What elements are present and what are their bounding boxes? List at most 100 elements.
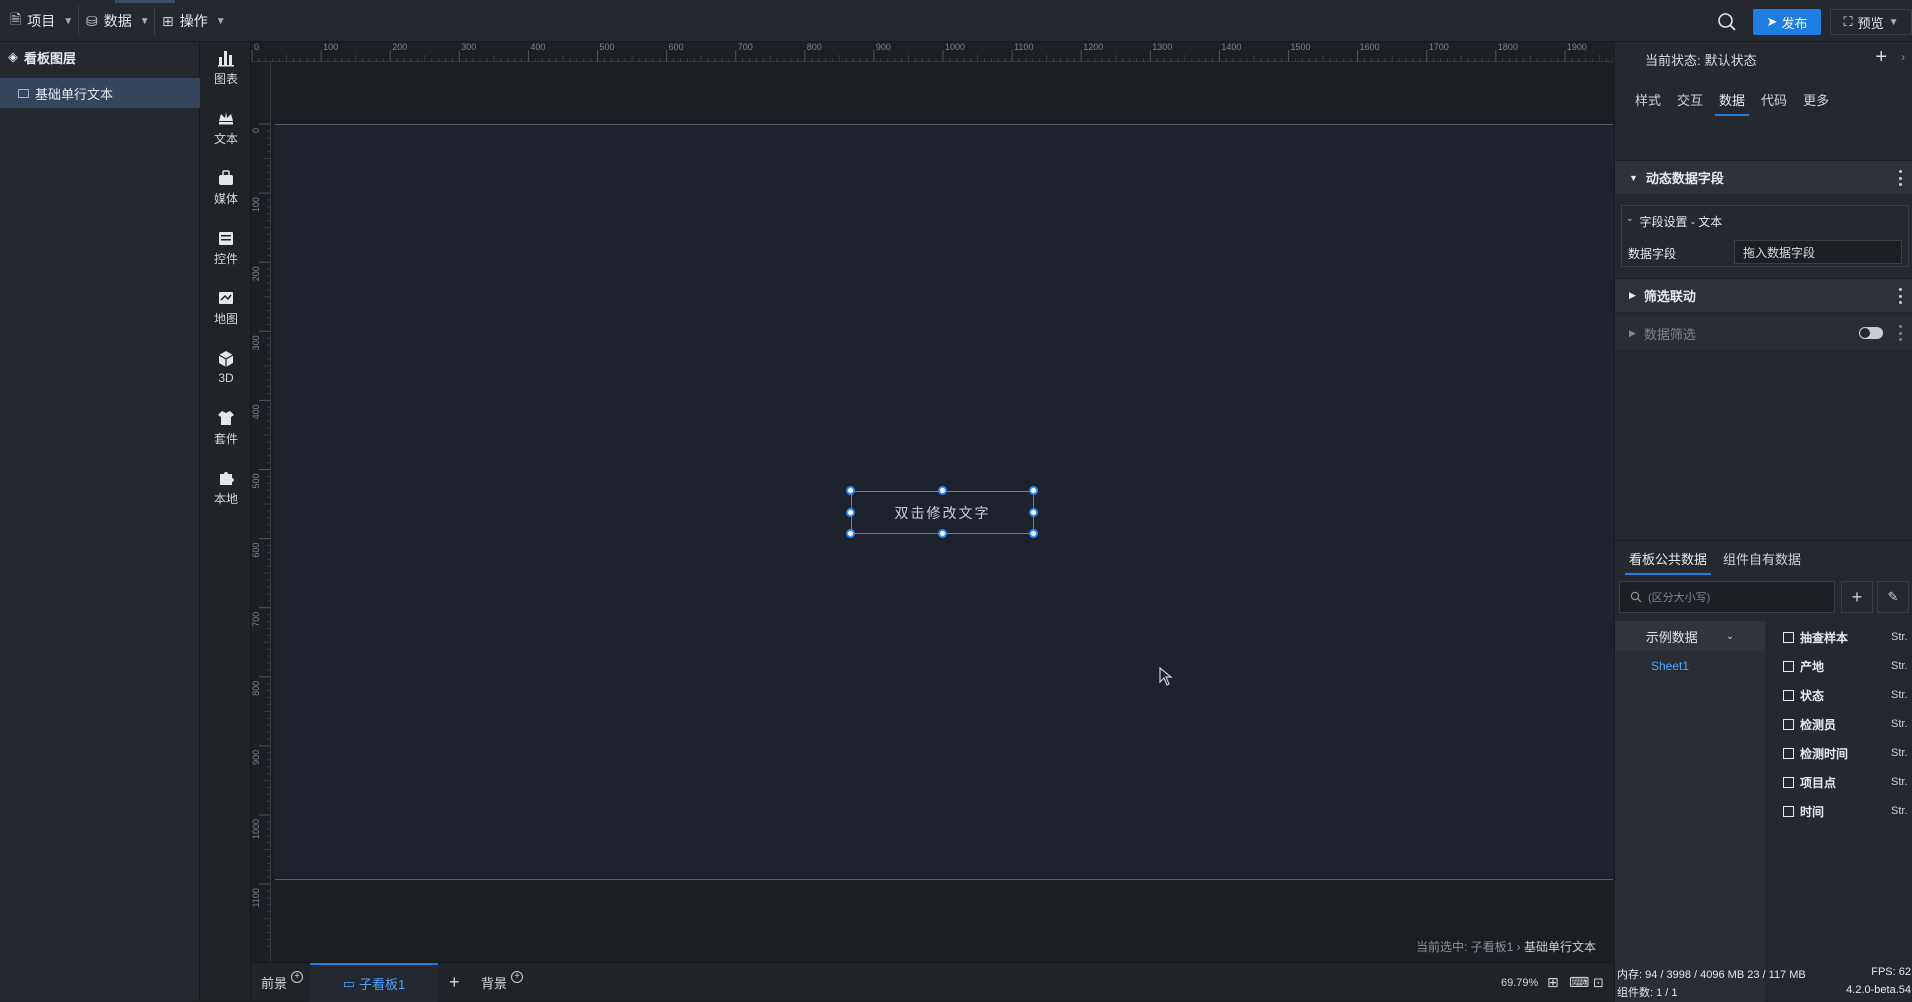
tab-interaction-label: 交互 <box>1677 92 1704 108</box>
ruler-tick-label: 700 <box>251 612 261 627</box>
chevron-right-icon[interactable]: › <box>1901 50 1905 64</box>
field-item[interactable]: 检测员 Str. <box>1783 712 1912 736</box>
tab-board-public-data[interactable]: 看板公共数据 <box>1621 541 1715 575</box>
foreground-tab[interactable]: 前景 + <box>261 963 304 1002</box>
field-type: Str. <box>1891 689 1908 701</box>
canvas-area[interactable]: 0 100 200 300 400 500 600 700 800 900 1000 1100 1200… <box>251 42 1613 962</box>
tab-data[interactable]: 数据 <box>1711 82 1753 116</box>
resize-handle[interactable] <box>938 529 947 538</box>
edit-data-button[interactable]: ✎ <box>1877 581 1909 613</box>
resize-handle[interactable] <box>1029 529 1038 538</box>
fit-screen-button[interactable]: ⊞ <box>1547 963 1559 1002</box>
component-local[interactable]: 本地 <box>201 462 251 512</box>
field-item[interactable]: 产地 Str. <box>1783 654 1912 678</box>
data-search-input[interactable]: (区分大小写) <box>1619 581 1835 613</box>
dynamic-fields-section[interactable]: ▼ 动态数据字段 <box>1615 160 1912 194</box>
checkbox[interactable] <box>1783 718 1794 730</box>
tab-code[interactable]: 代码 <box>1753 82 1795 116</box>
component-suite[interactable]: 套件 <box>201 402 251 452</box>
ruler-tick-label: 800 <box>251 681 261 696</box>
resize-handle[interactable] <box>846 508 855 517</box>
component-widget[interactable]: 控件 <box>201 222 251 272</box>
field-item[interactable]: 时间 Str. <box>1783 799 1912 823</box>
field-item[interactable]: 抽查样本 Str. <box>1783 625 1912 649</box>
keyboard-button[interactable]: ⌨ <box>1569 963 1589 1002</box>
search-button[interactable] <box>1716 11 1738 33</box>
selected-text-component[interactable]: 双击修改文字 <box>846 486 1038 538</box>
checkbox[interactable] <box>1783 631 1794 643</box>
search-icon <box>1630 591 1642 603</box>
publish-button[interactable]: ➤ 发布 <box>1753 9 1821 35</box>
checkbox[interactable] <box>1783 776 1794 788</box>
component-text[interactable]: 文本 <box>201 102 251 152</box>
checkbox[interactable] <box>1783 689 1794 701</box>
menu-project[interactable]: 🗎 项目 ▼ <box>10 0 73 42</box>
more-icon[interactable] <box>1899 325 1903 341</box>
state-value[interactable]: 默认状态 <box>1705 50 1757 69</box>
field-settings-header[interactable]: ⌄ 字段设置 - 文本 <box>1626 213 1722 230</box>
tab-board-public-data-label: 看板公共数据 <box>1629 551 1708 567</box>
component-media[interactable]: 媒体 <box>201 162 251 212</box>
sub-board-label: 子看板1 <box>359 977 406 992</box>
more-icon[interactable] <box>1899 288 1903 304</box>
filter-link-section[interactable]: ▶ 筛选联动 <box>1615 278 1912 312</box>
tab-more[interactable]: 更多 <box>1795 82 1837 116</box>
ruler-top-ticks: 0 100 200 300 400 500 600 700 800 900 1000 1100 1200… <box>251 42 1613 62</box>
component-chart[interactable]: 图表 <box>201 42 251 92</box>
tab-component-own-data[interactable]: 组件自有数据 <box>1715 541 1809 575</box>
puzzle-icon <box>220 471 234 485</box>
more-icon[interactable] <box>1899 170 1903 186</box>
add-circle-icon[interactable]: + <box>511 970 524 983</box>
publish-label: 发布 <box>1781 15 1808 31</box>
sub-board-tab[interactable]: ▭ 子看板1 <box>310 963 438 1002</box>
add-state-icon[interactable]: + <box>1875 46 1887 69</box>
fit-icon: ⊞ <box>1547 974 1559 990</box>
zoom-level[interactable]: 69.79% <box>1501 963 1538 1002</box>
tab-style[interactable]: 样式 <box>1627 82 1669 116</box>
data-filter-toggle[interactable] <box>1859 327 1883 339</box>
data-source-select[interactable]: 示例数据 ⌄ <box>1615 621 1765 651</box>
layer-panel-title: 看板图层 <box>24 50 77 66</box>
preview-label: 预览 <box>1857 15 1884 31</box>
checkbox[interactable] <box>1783 747 1794 759</box>
component-3d[interactable]: 3D <box>201 342 251 392</box>
field-type: Str. <box>1891 747 1908 759</box>
resize-handle[interactable] <box>938 486 947 495</box>
menu-project-label: 项目 <box>27 13 56 29</box>
foreground-label: 前景 <box>261 976 288 991</box>
field-settings-title: 字段设置 - 文本 <box>1639 215 1723 229</box>
data-source-area: 看板公共数据 组件自有数据 (区分大小写) + ✎ 示例数据 ⌄ Sheet1 … <box>1615 540 1912 1002</box>
resize-handle[interactable] <box>1029 486 1038 495</box>
component-text-label: 文本 <box>213 131 238 146</box>
field-item[interactable]: 检测时间 Str. <box>1783 741 1912 765</box>
ruler-tick-label: 1600 <box>1360 42 1380 52</box>
preview-button[interactable]: ⛶ 预览 ▼ <box>1830 9 1912 35</box>
add-data-button[interactable]: + <box>1841 581 1873 613</box>
checkbox[interactable] <box>1783 660 1794 672</box>
resize-handle[interactable] <box>846 486 855 495</box>
ruler-tick-label: 600 <box>669 42 684 52</box>
resize-handle[interactable] <box>846 529 855 538</box>
resize-handle[interactable] <box>1029 508 1038 517</box>
add-board-button[interactable]: + <box>449 963 460 1002</box>
component-widget-label: 控件 <box>213 251 238 266</box>
fullscreen-icon: ⛶ <box>1843 14 1853 29</box>
chevron-down-icon: ▼ <box>1888 16 1899 28</box>
sheet-item[interactable]: Sheet1 <box>1615 651 1765 681</box>
field-item[interactable]: 项目点 Str. <box>1783 770 1912 794</box>
component-map[interactable]: 地图 <box>201 282 251 332</box>
menu-operations[interactable]: ⊞ 操作 ▼ <box>162 0 226 42</box>
ruler-tick-label: 200 <box>251 266 261 281</box>
field-type: Str. <box>1891 631 1908 643</box>
tab-code-label: 代码 <box>1761 92 1788 108</box>
tab-interaction[interactable]: 交互 <box>1669 82 1711 116</box>
layer-item[interactable]: 基础单行文本 <box>0 78 200 108</box>
field-item[interactable]: 状态 Str. <box>1783 683 1912 707</box>
data-filter-section[interactable]: ▶ 数据筛选 <box>1615 316 1912 350</box>
console-button[interactable]: ⊡ <box>1593 963 1604 1002</box>
checkbox[interactable] <box>1783 805 1794 817</box>
data-field-drop-input[interactable]: 拖入数据字段 <box>1734 240 1902 264</box>
add-circle-icon[interactable]: + <box>291 970 304 983</box>
menu-data[interactable]: ⛁ 数据 ▼ <box>86 0 150 42</box>
background-tab[interactable]: 背景 + <box>481 963 524 1002</box>
